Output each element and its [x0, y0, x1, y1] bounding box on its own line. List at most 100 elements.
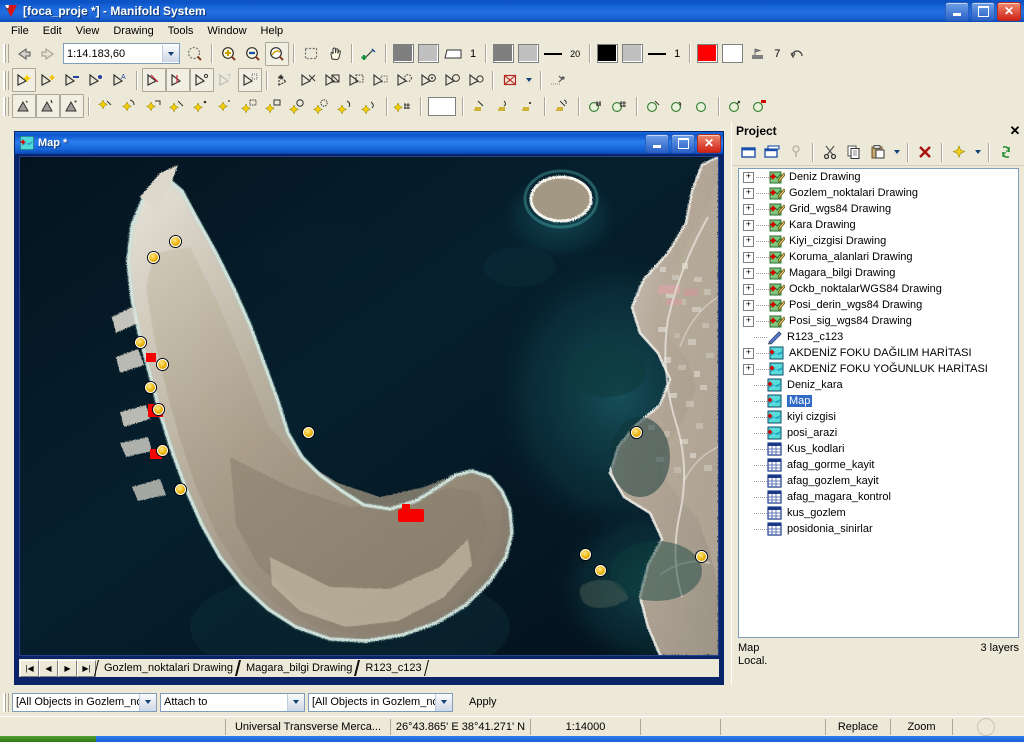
tree-item-akdeni-z-foku-da-ilim-hari-tasi[interactable]: + AKDENİZ FOKU DAĞILIM HARİTASI [739, 345, 1018, 361]
last-record-icon[interactable]: ▶| [77, 659, 96, 677]
label-back-color-swatch[interactable] [722, 44, 744, 63]
map-maximize-button[interactable] [671, 133, 695, 153]
expand-toggle-icon[interactable]: + [743, 283, 754, 295]
point-tool-4-icon[interactable] [166, 94, 190, 118]
gozlem-point[interactable] [303, 427, 314, 438]
gozlem-point[interactable] [135, 337, 146, 348]
draw-add-object-icon[interactable] [36, 68, 60, 92]
window-icon[interactable] [736, 140, 760, 164]
expand-toggle-icon[interactable]: + [743, 219, 754, 231]
label-size-value[interactable]: 7 [769, 48, 785, 60]
select-adjacent-icon[interactable] [368, 68, 392, 92]
expand-toggle-icon[interactable]: + [743, 267, 754, 279]
point-back-color-swatch[interactable] [622, 44, 644, 63]
chevron-down-icon[interactable] [162, 45, 179, 62]
chevron-down-icon[interactable] [971, 140, 984, 164]
yellow-star-icon[interactable] [947, 140, 971, 164]
area-back-color-swatch[interactable] [418, 44, 439, 63]
edit-reshape-icon[interactable] [142, 68, 166, 92]
tree-item-afag-magara-kontrol[interactable]: afag_magara_kontrol [739, 489, 1018, 505]
zoom-out-icon[interactable] [241, 42, 265, 66]
windows-cascade-icon[interactable] [760, 140, 784, 164]
area-tool-1-icon[interactable] [584, 94, 608, 118]
refresh-icon[interactable] [994, 140, 1018, 164]
forward-arrow-icon[interactable] [36, 42, 60, 66]
minimize-button[interactable] [945, 1, 969, 21]
gozlem-point[interactable] [145, 382, 156, 393]
map-minimize-button[interactable] [645, 133, 669, 153]
edit-grid-icon[interactable] [238, 68, 262, 92]
area-tool-5-icon[interactable] [690, 94, 714, 118]
next-record-icon[interactable]: ▶ [58, 659, 77, 677]
gozlem-point[interactable] [157, 359, 168, 370]
line-tool-3-icon[interactable] [516, 94, 540, 118]
start-button[interactable] [0, 736, 96, 742]
gozlem-point[interactable] [148, 252, 159, 263]
scissors-icon[interactable] [818, 140, 842, 164]
attach-to-combobox[interactable]: Attach to [160, 692, 305, 712]
menu-item-help[interactable]: Help [254, 24, 291, 38]
select-touch-icon[interactable] [272, 68, 296, 92]
line-fill-color-swatch[interactable] [493, 44, 515, 63]
tree-item-grid-wgs84-drawing[interactable]: + Grid_wgs84 Drawing [739, 201, 1018, 217]
point-tool-9-icon[interactable] [286, 94, 310, 118]
draw-new-object-icon[interactable] [12, 68, 36, 92]
tab-magara-bilgi[interactable]: Magara_bilgi Drawing [238, 660, 357, 676]
point-tool-10-icon[interactable] [310, 94, 334, 118]
point-tool-5-icon[interactable] [190, 94, 214, 118]
chevron-down-icon[interactable] [435, 693, 452, 711]
gozlem-point[interactable] [631, 427, 642, 438]
add-point-icon[interactable] [357, 42, 381, 66]
point-grid-icon[interactable] [392, 94, 416, 118]
label-flag-icon[interactable] [745, 42, 769, 66]
tree-item-kiyi-cizgisi-drawing[interactable]: + Kiyi_cizgisi Drawing [739, 233, 1018, 249]
draw-label-object-icon[interactable]: A [108, 68, 132, 92]
back-arrow-icon[interactable] [12, 42, 36, 66]
line-tool-4-icon[interactable] [550, 94, 574, 118]
tree-item-afag-gorme-kayit[interactable]: afag_gorme_kayit [739, 457, 1018, 473]
expand-toggle-icon[interactable]: + [743, 203, 754, 215]
map-canvas[interactable] [20, 157, 718, 655]
scale-combobox[interactable]: 1:14.183,60 [63, 43, 180, 64]
select-touch2-icon[interactable] [464, 68, 488, 92]
magara-area[interactable] [402, 504, 410, 511]
expand-toggle-icon[interactable]: + [743, 251, 754, 263]
point-tool-3-icon[interactable] [142, 94, 166, 118]
area-style-icon[interactable] [441, 42, 465, 66]
gozlem-point[interactable] [153, 404, 164, 415]
edit-move-icon[interactable] [166, 68, 190, 92]
point-tool-8-icon[interactable] [262, 94, 286, 118]
expand-toggle-icon[interactable]: + [743, 299, 754, 311]
select-circle-icon[interactable] [392, 68, 416, 92]
area-tool-7-icon[interactable] [748, 94, 772, 118]
tab-gozlem-noktalari[interactable]: Gozlem_noktalari Drawing [96, 660, 238, 676]
tree-item-posidonia-sinirlar[interactable]: posidonia_sinirlar [739, 521, 1018, 537]
line-tool-1-icon[interactable] [468, 94, 492, 118]
line-style-icon[interactable] [541, 45, 565, 62]
expand-toggle-icon[interactable]: + [743, 187, 754, 199]
tree-item-magara-bilgi-drawing[interactable]: + Magara_bilgi Drawing [739, 265, 1018, 281]
toolbar-grip[interactable] [3, 70, 9, 90]
red-x-icon[interactable] [913, 140, 937, 164]
chevron-down-icon[interactable] [890, 140, 903, 164]
select-contains-icon[interactable] [320, 68, 344, 92]
zoom-in-icon[interactable] [217, 42, 241, 66]
area-tool-4-icon[interactable] [666, 94, 690, 118]
gozlem-point[interactable] [170, 236, 181, 247]
toolbar-grip[interactable] [3, 44, 9, 63]
select-lasso-icon[interactable] [440, 68, 464, 92]
snap-mode-1-icon[interactable] [12, 94, 36, 118]
select-intersect-icon[interactable] [296, 68, 320, 92]
clipboard-icon[interactable] [866, 140, 890, 164]
point-tool-1-icon[interactable] [94, 94, 118, 118]
edit-text-icon[interactable]: T [214, 68, 238, 92]
copy-icon[interactable] [842, 140, 866, 164]
target-objects-combobox[interactable]: [All Objects in Gozlem_no [308, 692, 453, 712]
chevron-down-icon[interactable] [139, 693, 156, 711]
snap-mode-2-icon[interactable] [36, 94, 60, 118]
gozlem-point[interactable] [595, 565, 606, 576]
tree-item-kus-gozlem[interactable]: kus_gozlem [739, 505, 1018, 521]
line-tool-2-icon[interactable] [492, 94, 516, 118]
line-back-color-swatch[interactable] [518, 44, 540, 63]
tab-r123-c123[interactable]: R123_c123 [357, 660, 426, 676]
